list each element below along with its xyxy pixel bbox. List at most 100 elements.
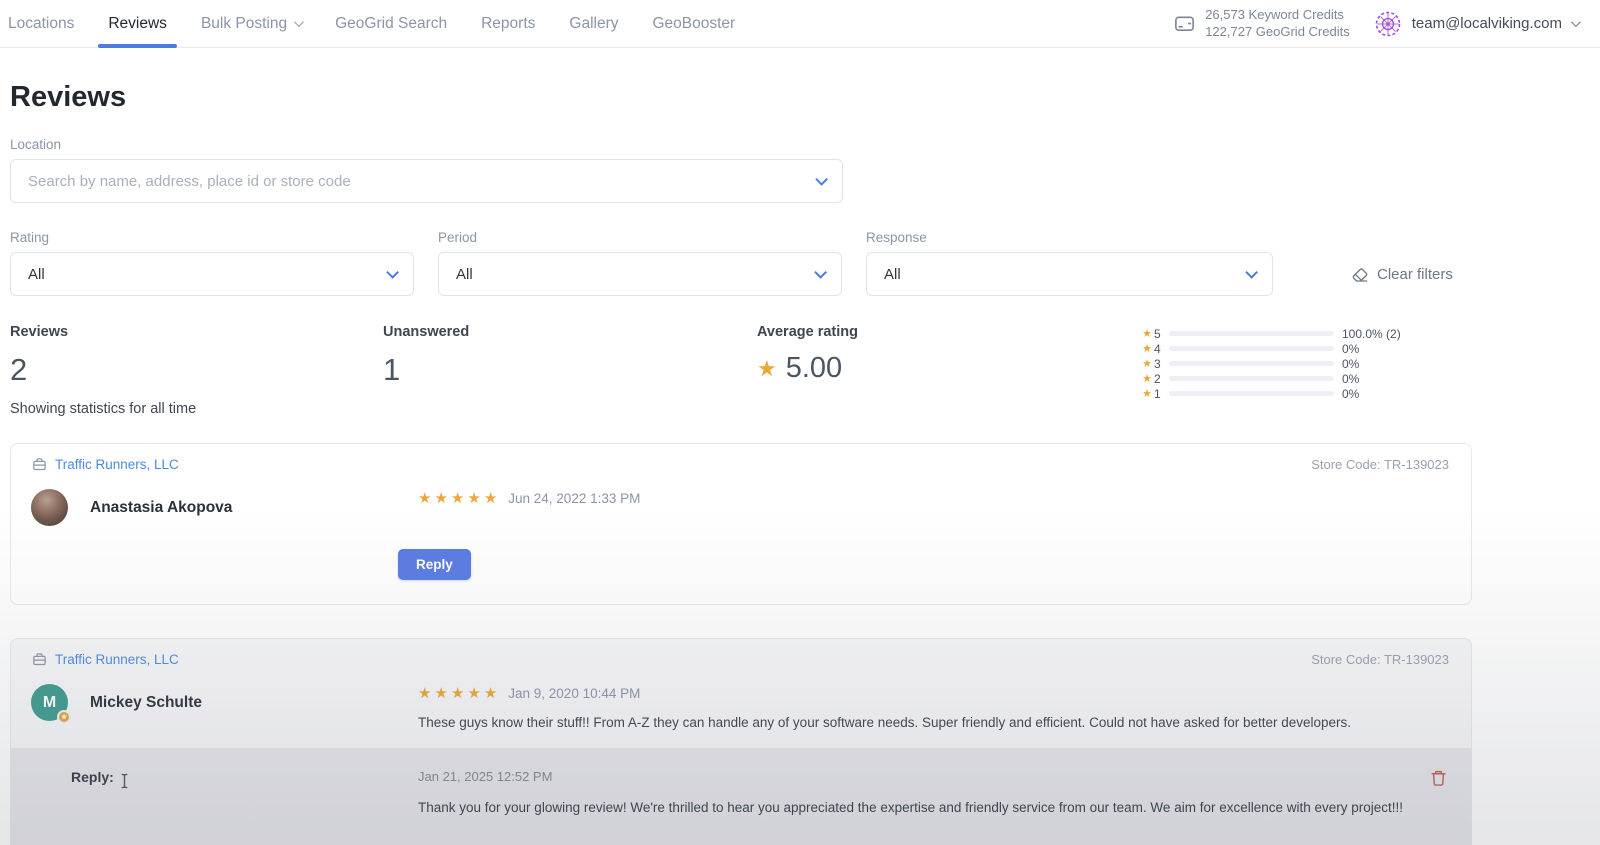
nav-tab-reports[interactable]: Reports — [481, 0, 535, 47]
average-rating-value: 5.00 — [786, 352, 842, 385]
period-select[interactable]: All — [438, 252, 842, 296]
nav-tab-geobooster[interactable]: GeoBooster — [653, 0, 736, 47]
nav-tab-bulk-posting[interactable]: Bulk Posting — [201, 0, 301, 47]
reviews-stat-value: 2 — [10, 352, 383, 388]
briefcase-icon — [32, 652, 47, 667]
nav-tab-reviews[interactable]: Reviews — [108, 0, 167, 47]
top-navigation: Locations Reviews Bulk Posting GeoGrid S… — [0, 0, 1600, 48]
briefcase-icon — [32, 457, 47, 472]
reply-section: Reply: Jan 21, 2025 12:52 PM Thank you f… — [11, 748, 1471, 845]
histogram-star-count: 3 — [1154, 357, 1164, 371]
nav-tab-geogrid-search[interactable]: GeoGrid Search — [335, 0, 447, 47]
nav-tab-gallery[interactable]: Gallery — [569, 0, 618, 47]
response-label: Response — [866, 230, 1273, 245]
reply-button[interactable]: Reply — [398, 549, 471, 580]
star-icon: ★ — [1140, 372, 1154, 385]
credits-wallet-icon — [1173, 12, 1196, 35]
response-select[interactable]: All — [866, 252, 1273, 296]
nav-tab-locations[interactable]: Locations — [8, 0, 74, 47]
business-name: Traffic Runners, LLC — [55, 457, 179, 472]
reviewer-initial: M — [43, 694, 56, 712]
response-filter-group: Response All — [866, 230, 1273, 296]
chevron-down-icon — [294, 17, 304, 27]
histogram-row: ★3 0% — [1140, 356, 1472, 371]
star-icon: ★ — [467, 489, 480, 507]
rating-select[interactable]: All — [10, 252, 414, 296]
histogram-row: ★1 0% — [1140, 386, 1472, 401]
nav-tab-label: Reports — [481, 15, 535, 33]
reply-date: Jan 21, 2025 12:52 PM — [418, 769, 1412, 784]
location-search-input[interactable]: Search by name, address, place id or sto… — [10, 159, 843, 203]
rating-stars: ★★★★★ — [418, 489, 497, 507]
review-content: ★★★★★ Jun 24, 2022 1:33 PM — [418, 489, 1449, 507]
histogram-bar-track — [1169, 391, 1334, 396]
histogram-bar-track — [1169, 331, 1334, 336]
histogram-star-count: 4 — [1154, 342, 1164, 356]
clear-filters-button[interactable]: Clear filters — [1352, 266, 1453, 283]
average-rating-stat: Average rating ★ 5.00 — [757, 324, 1140, 385]
star-icon: ★ — [418, 489, 431, 507]
star-icon: ★ — [1140, 387, 1154, 400]
credits-summary: 26,573 Keyword Credits 122,727 GeoGrid C… — [1205, 7, 1350, 41]
business-link[interactable]: Traffic Runners, LLC — [32, 457, 179, 472]
rating-value: All — [28, 266, 45, 283]
nav-tab-label: Gallery — [569, 15, 618, 33]
star-icon: ★ — [484, 489, 497, 507]
histogram-star-count: 2 — [1154, 372, 1164, 386]
response-value: All — [884, 266, 901, 283]
filters-row: Rating All Period All Response All — [10, 230, 1472, 296]
histogram-row: ★5 100.0% (2) — [1140, 326, 1472, 341]
review-content: ★★★★★ Jan 9, 2020 10:44 PM These guys kn… — [418, 684, 1449, 733]
histogram-bar-track — [1169, 361, 1334, 366]
reply-label: Reply: — [71, 769, 114, 785]
chevron-down-icon — [814, 266, 827, 279]
chevron-down-icon — [1571, 17, 1581, 27]
business-link[interactable]: Traffic Runners, LLC — [32, 652, 179, 667]
star-icon: ★ — [467, 684, 480, 702]
keyword-credits: 26,573 Keyword Credits — [1205, 7, 1350, 24]
star-icon: ★ — [484, 684, 497, 702]
reviewer-name: Anastasia Akopova — [90, 499, 232, 517]
chevron-down-icon — [815, 173, 828, 186]
clear-filters-label: Clear filters — [1377, 266, 1453, 283]
period-value: All — [456, 266, 473, 283]
location-label: Location — [10, 137, 1472, 152]
rating-histogram: ★5 100.0% (2) ★4 0% ★3 0% ★2 0% ★1 — [1140, 324, 1472, 401]
histogram-bar-track — [1169, 346, 1334, 351]
average-rating-label: Average rating — [757, 324, 1140, 340]
reviewer-avatar: M ★ — [31, 684, 68, 721]
review-text: These guys know their stuff!! From A-Z t… — [418, 713, 1449, 733]
reviews-stat-label: Reviews — [10, 324, 383, 340]
chevron-down-icon — [386, 266, 399, 279]
local-guide-badge-icon: ★ — [57, 710, 71, 724]
star-icon: ★ — [1140, 357, 1154, 370]
star-icon: ★ — [434, 489, 447, 507]
nav-tab-label: Bulk Posting — [201, 15, 287, 33]
account-menu[interactable]: team@localviking.com — [1373, 9, 1578, 39]
reviewer-name: Mickey Schulte — [90, 694, 202, 712]
review-card: Traffic Runners, LLC Store Code: TR-1390… — [10, 638, 1472, 845]
rating-label: Rating — [10, 230, 414, 245]
reviewer-avatar — [31, 489, 68, 526]
unanswered-stat: Unanswered 1 — [383, 324, 757, 388]
histogram-percent: 100.0% (2) — [1342, 327, 1401, 341]
rating-stars: ★★★★★ — [418, 684, 497, 702]
star-icon: ★ — [1140, 327, 1154, 340]
unanswered-stat-value: 1 — [383, 352, 757, 388]
review-card-header: Traffic Runners, LLC Store Code: TR-1390… — [11, 639, 1471, 667]
reviews-stat: Reviews 2 Showing statistics for all tim… — [10, 324, 383, 417]
location-placeholder: Search by name, address, place id or sto… — [28, 173, 351, 190]
review-date: Jan 9, 2020 10:44 PM — [508, 686, 640, 701]
review-card-header: Traffic Runners, LLC Store Code: TR-1390… — [11, 444, 1471, 472]
business-name: Traffic Runners, LLC — [55, 652, 179, 667]
histogram-percent: 0% — [1342, 357, 1359, 371]
histogram-percent: 0% — [1342, 372, 1359, 386]
delete-reply-button[interactable] — [1430, 769, 1447, 790]
star-icon: ★ — [418, 684, 431, 702]
account-email: team@localviking.com — [1412, 15, 1562, 32]
unanswered-stat-label: Unanswered — [383, 324, 757, 340]
period-filter-group: Period All — [438, 230, 842, 296]
nav-tab-label: GeoBooster — [653, 15, 736, 33]
star-icon: ★ — [451, 489, 464, 507]
histogram-percent: 0% — [1342, 387, 1359, 401]
